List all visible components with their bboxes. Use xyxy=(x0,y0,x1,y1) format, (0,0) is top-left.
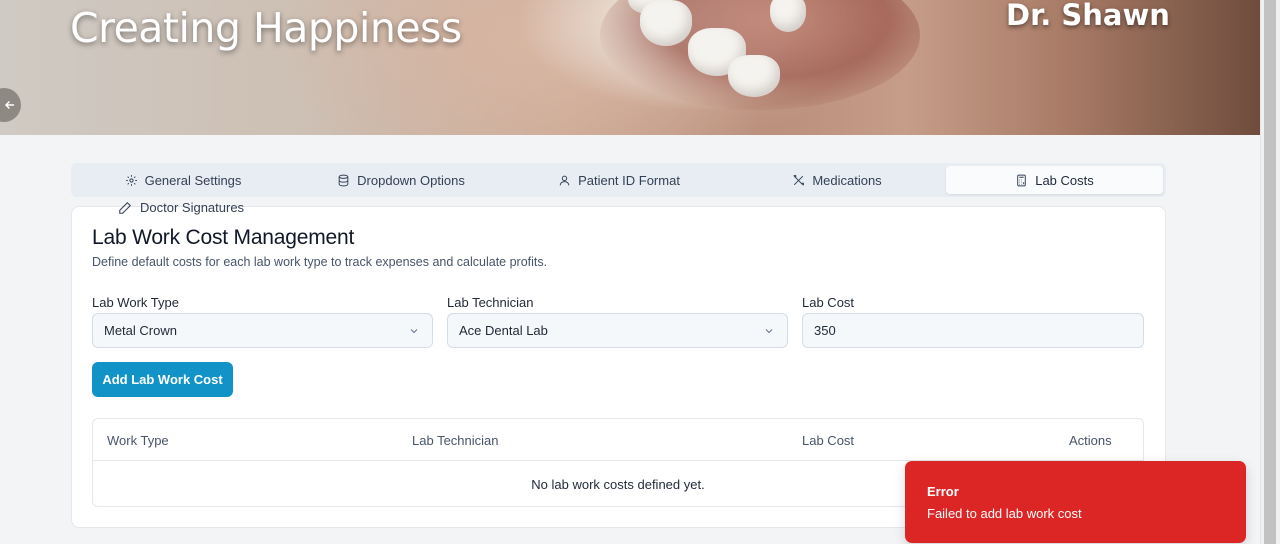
work-type-label: Lab Work Type xyxy=(92,295,179,310)
hero-title: Creating Happiness xyxy=(70,4,462,52)
toast-title: Error xyxy=(927,484,959,499)
toast-message: Failed to add lab work cost xyxy=(927,506,1082,521)
database-icon xyxy=(338,174,349,186)
user-icon xyxy=(559,175,570,185)
arrow-left-icon xyxy=(4,101,15,109)
column-header-lab-cost: Lab Cost xyxy=(802,433,855,448)
table-header: Work Type Lab Technician Lab Cost Action… xyxy=(93,419,1143,461)
tab-label: General Settings xyxy=(144,172,242,188)
tab-patient-id-format[interactable]: Patient ID Format xyxy=(510,166,728,194)
tab-lab-costs[interactable]: Lab Costs xyxy=(946,166,1163,194)
gear-icon xyxy=(125,174,137,186)
tab-label: Lab Costs xyxy=(1035,172,1094,188)
tab-doctor-signatures[interactable]: Doctor Signatures xyxy=(118,200,244,215)
hero-banner: Creating Happiness Dr. Shawn xyxy=(0,0,1260,135)
technician-select[interactable]: Ace Dental Lab xyxy=(447,313,788,348)
lab-cost-label: Lab Cost xyxy=(802,295,855,310)
tab-dropdown-options[interactable]: Dropdown Options xyxy=(292,166,510,194)
calculator-icon xyxy=(1017,174,1026,186)
page-title: Lab Work Cost Management xyxy=(92,226,355,249)
tab-label: Medications xyxy=(812,172,882,188)
lab-cost-input[interactable]: 350 xyxy=(802,313,1144,348)
pen-icon xyxy=(119,201,131,214)
error-toast[interactable]: Error Failed to add lab work cost xyxy=(905,461,1246,543)
chevron-down-icon xyxy=(765,329,773,334)
tab-label: Doctor Signatures xyxy=(140,200,245,215)
doctor-name: Dr. Shawn xyxy=(1006,0,1170,32)
scrollbar-thumb[interactable] xyxy=(1264,0,1276,544)
work-type-select[interactable]: Metal Crown xyxy=(92,313,433,348)
page-scrollbar[interactable] xyxy=(1260,0,1280,544)
lab-cost-value: 350 xyxy=(814,323,836,338)
column-header-work-type: Work Type xyxy=(107,433,169,448)
column-header-actions: Actions xyxy=(1069,433,1112,448)
chevron-down-icon xyxy=(410,329,418,334)
tab-label: Dropdown Options xyxy=(357,172,465,188)
tab-label: Patient ID Format xyxy=(578,172,680,188)
hero-image-tooth xyxy=(640,0,692,46)
technician-label: Lab Technician xyxy=(447,295,534,310)
back-arrow-button[interactable] xyxy=(0,88,21,122)
column-header-lab-technician: Lab Technician xyxy=(412,433,499,448)
add-lab-work-cost-button[interactable]: Add Lab Work Cost xyxy=(92,362,233,397)
work-type-value: Metal Crown xyxy=(104,323,177,338)
page-description: Define default costs for each lab work t… xyxy=(92,255,548,269)
tab-general-settings[interactable]: General Settings xyxy=(74,166,292,194)
tools-icon xyxy=(793,174,805,185)
tab-medications[interactable]: Medications xyxy=(728,166,946,194)
hero-image-tooth xyxy=(728,55,780,97)
settings-tabs: General Settings Dropdown Options Patien… xyxy=(71,163,1166,197)
technician-value: Ace Dental Lab xyxy=(459,323,548,338)
